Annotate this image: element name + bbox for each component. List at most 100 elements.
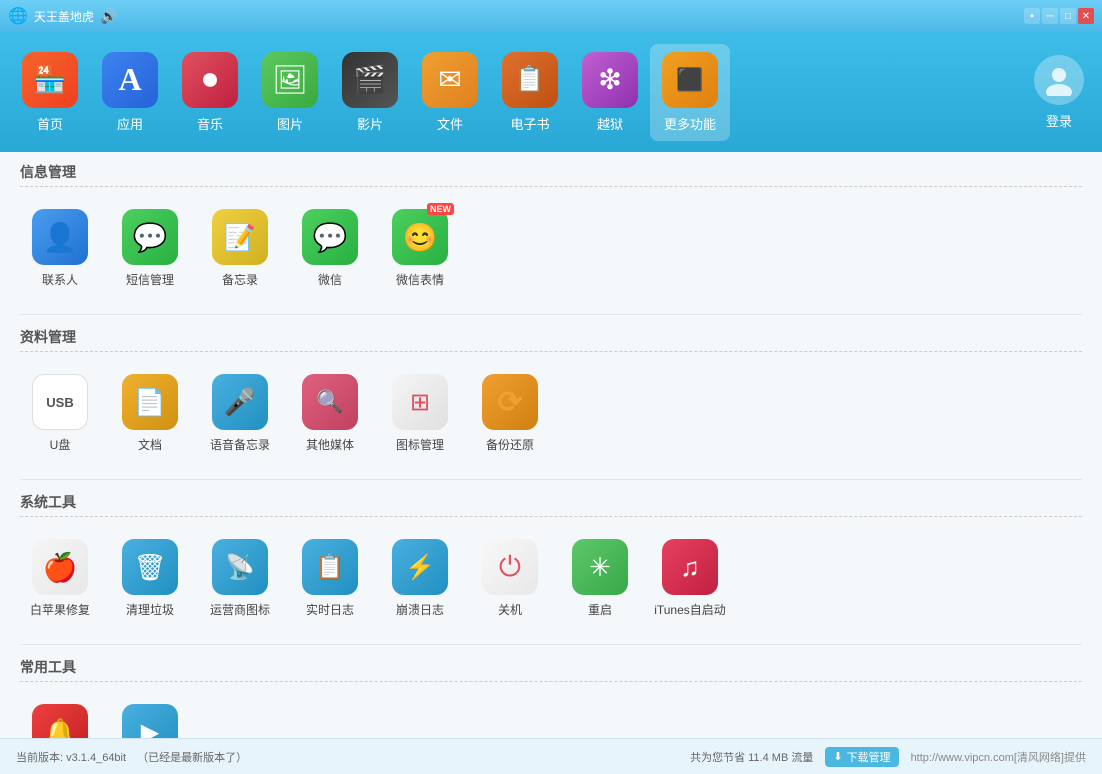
backup-label: 备份还原 [486,436,534,453]
close-button[interactable]: ✕ [1078,8,1094,24]
feature-item-contact[interactable]: 👤 联系人 [20,203,100,294]
restart-label: 重启 [588,601,612,618]
nav-item-ebook[interactable]: 📋电子书 [490,44,570,141]
media-label: 其他媒体 [306,436,354,453]
nav-item-music[interactable]: ⏺ 音乐 [170,44,250,141]
title-bar: 🌐 天王盖地虎 🔊 ▪ ─ □ ✕ [0,0,1102,32]
restart-icon: ✳ [572,539,628,595]
carrier-label: 运营商图标 [210,601,270,618]
maximize-button[interactable]: □ [1060,8,1076,24]
home-nav-icon: 🏪 [22,52,78,108]
minimize-button[interactable]: ─ [1042,8,1058,24]
feature-item-doc[interactable]: 📄 文档 [110,368,190,459]
main-content: 信息管理👤联系人💬短信管理📝备忘录💬微信😊NEW微信表情资料管理USBU盘📄文档… [0,152,1102,738]
latest-label: （已经是最新版本了） [137,752,247,764]
feature-item-usb[interactable]: USB U盘 [20,368,100,459]
backup-icon: ⟳ [482,374,538,430]
feature-item-backup[interactable]: ⟳ 备份还原 [470,368,550,459]
wechat-emoji-icon: 😊NEW [392,209,448,265]
contact-icon: 👤 [32,209,88,265]
doc-label: 文档 [138,436,162,453]
more-nav-icon: ⬛ [662,52,718,108]
music-nav-label: 音乐 [197,114,223,133]
nav-bar: 🏪 首页 A应用⏺ 音乐 🖼 图片 🎬影片✉文件📋电子书❇越狱⬛ 更多功能 登录 [0,32,1102,152]
feature-item-wechat-emoji[interactable]: 😊NEW 微信表情 [380,203,460,294]
photo-nav-label: 图片 [277,114,303,133]
file-nav-icon: ✉ [422,52,478,108]
feature-item-wechat[interactable]: 💬微信 [290,203,370,294]
nav-item-file[interactable]: ✉文件 [410,44,490,141]
section-title-data-mgmt: 资料管理 [20,327,1082,352]
title-bar-title: 天王盖地虎 [34,8,94,25]
more-nav-label: 更多功能 [664,114,716,133]
nav-item-more[interactable]: ⬛ 更多功能 [650,44,730,141]
itunes-label: iTunes自启动 [654,601,726,618]
wechat-emoji-label: 微信表情 [396,271,444,288]
app-nav-label: 应用 [117,114,143,133]
trash-label: 清理垃圾 [126,601,174,618]
feature-item-apple-repair[interactable]: 🍎白苹果修复 [20,533,100,624]
feature-item-iconmgr[interactable]: ⊞ 图标管理 [380,368,460,459]
sms-label: 短信管理 [126,271,174,288]
nav-item-movie[interactable]: 🎬影片 [330,44,410,141]
section-items-sys-tools: 🍎白苹果修复🗑清理垃圾📡运营商图标📋实时日志⚡崩溃日志⏻关机 ✳ 重启 ♫iTunes… [20,525,1082,632]
footer: 当前版本: v3.1.4_64bit （已经是最新版本了） 共为您节省 11.4… [0,738,1102,774]
feature-item-itunes[interactable]: ♫iTunes自启动 [650,533,730,624]
download-label: 下载管理 [847,749,891,765]
nav-item-app[interactable]: A应用 [90,44,170,141]
realtime-icon: 📋 [302,539,358,595]
title-bar-left: 🌐 天王盖地虎 🔊 [8,6,117,26]
feature-item-memo[interactable]: 📝备忘录 [200,203,280,294]
feature-item-voice[interactable]: 🎤 语音备忘录 [200,368,280,459]
nav-item-photo[interactable]: 🖼 图片 [250,44,330,141]
feature-item-video[interactable]: ▶视频转换 [110,698,190,738]
section-title-common-tools: 常用工具 [20,657,1082,682]
sms-icon: 💬 [122,209,178,265]
title-bar-controls: ▪ ─ □ ✕ [1024,8,1094,24]
apple-repair-icon: 🍎 [32,539,88,595]
contact-label: 联系人 [42,271,78,288]
feature-item-shutdown[interactable]: ⏻关机 [470,533,550,624]
login-label: 登录 [1046,111,1072,130]
music-nav-icon: ⏺ [182,52,238,108]
crash-label: 崩溃日志 [396,601,444,618]
feature-item-crash[interactable]: ⚡崩溃日志 [380,533,460,624]
url-label: http://www.vipcn.com[清风网络]提供 [911,749,1086,765]
section-items-info-mgmt: 👤 联系人 💬 短信管理 📝备忘录💬微信 😊NEW 微信表情 [20,195,1082,302]
ebook-nav-label: 电子书 [510,114,549,133]
feature-item-sms[interactable]: 💬 短信管理 [110,203,190,294]
shutdown-icon: ⏻ [482,539,538,595]
section-sys-tools: 系统工具🍎白苹果修复🗑清理垃圾📡运营商图标📋实时日志⚡崩溃日志⏻关机✳重启♫iT… [0,482,1102,642]
movie-nav-icon: 🎬 [342,52,398,108]
speaker-icon: 🔊 [100,8,117,25]
feature-item-restart[interactable]: ✳ 重启 [560,533,640,624]
ringtone-icon: 🔔 [32,704,88,738]
feature-item-media[interactable]: 🔍其他媒体 [290,368,370,459]
footer-right: 共为您节省 11.4 MB 流量 ⬇ 下载管理 http://www.vipcn… [690,747,1086,767]
jailbreak-nav-label: 越狱 [597,114,623,133]
usb-label: U盘 [50,436,71,453]
feature-item-trash[interactable]: 🗑清理垃圾 [110,533,190,624]
download-button[interactable]: ⬇ 下载管理 [825,747,898,767]
home-nav-label: 首页 [37,114,63,133]
feature-item-carrier[interactable]: 📡运营商图标 [200,533,280,624]
traffic-label: 共为您节省 11.4 MB 流量 [690,749,813,765]
section-items-data-mgmt: USB U盘 📄 文档 🎤 语音备忘录 🔍其他媒体 ⊞ 图标管理 ⟳ 备份还原 [20,360,1082,467]
download-icon: ⬇ [833,750,842,763]
feature-item-realtime[interactable]: 📋实时日志 [290,533,370,624]
nav-item-jailbreak[interactable]: ❇越狱 [570,44,650,141]
voice-icon: 🎤 [212,374,268,430]
doc-icon: 📄 [122,374,178,430]
wechat-icon: 💬 [302,209,358,265]
iconmgr-icon: ⊞ [392,374,448,430]
section-data-mgmt: 资料管理 USB U盘 📄 文档 🎤 语音备忘录 🔍其他媒体 ⊞ 图标管理 ⟳ 备份还原 [0,317,1102,477]
login-button[interactable]: 登录 [1026,47,1092,138]
wechat-emoji-badge: NEW [427,203,454,215]
voice-label: 语音备忘录 [210,436,270,453]
feature-item-ringtone[interactable]: 🔔铃声制作 [20,698,100,738]
nav-item-home[interactable]: 🏪 首页 [10,44,90,141]
usb-icon: USB [32,374,88,430]
photo-nav-icon: 🖼 [262,52,318,108]
iconmgr-label: 图标管理 [396,436,444,453]
pin-button[interactable]: ▪ [1024,8,1040,24]
